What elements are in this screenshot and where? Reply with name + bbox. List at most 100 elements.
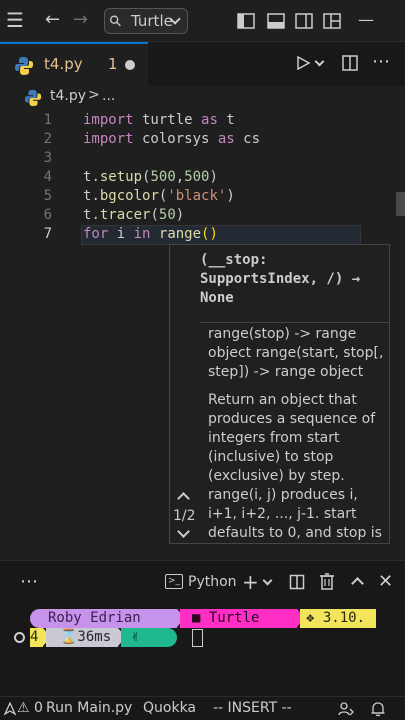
terminal-dropdown-chevron-icon[interactable] — [262, 575, 273, 586]
code-token: () — [201, 226, 218, 242]
ellipsis-icon[interactable]: ⋯ — [372, 51, 390, 72]
command-decoration-icon[interactable] — [14, 632, 25, 643]
code-line[interactable]: 2 import colorsys as cs — [0, 130, 405, 149]
maximize-panel-icon[interactable] — [351, 577, 364, 590]
code-line[interactable]: 6 t.tracer(50) — [0, 206, 405, 225]
code-line[interactable]: 5 t.bgcolor('black') — [0, 187, 405, 206]
vim-mode-indicator: -- INSERT -- — [213, 700, 292, 716]
code-line[interactable]: 3 — [0, 149, 405, 168]
title-bar: ☰ ← → ⚲ Turtle — — [0, 0, 405, 42]
signature-text: (__stop: SupportsIndex, /) → None — [200, 251, 386, 308]
editor-tab-bar: t4.py 1 ⋯ — [0, 42, 405, 86]
code-editor[interactable]: 1 import turtle as t 2 import colorsys as c… — [0, 108, 405, 560]
split-terminal-icon[interactable] — [289, 574, 305, 590]
code-token: 500 — [150, 169, 176, 185]
breadcrumb: t4.py > ... — [0, 86, 405, 108]
prompt-user-segment: Roby Edrian — [30, 609, 177, 628]
line-number: 6 — [43, 207, 52, 223]
chevron-down-icon[interactable] — [177, 525, 190, 538]
code-token: setup — [99, 169, 143, 185]
code-token: import — [83, 112, 134, 128]
tab-t4-py[interactable]: t4.py 1 — [0, 42, 148, 86]
terminal-panel: ⋯ >_ Python + ✕ Roby Edrian ■ Turtle ❖ 3… — [0, 561, 405, 696]
code-token: cs — [234, 131, 261, 147]
code-text: for i in range() — [83, 225, 218, 244]
code-token: t — [217, 112, 235, 128]
status-bar: ⚠ 0 Run Main.py Quokka -- INSERT -- — [0, 696, 405, 720]
code-token: import — [83, 131, 134, 147]
problems-indicator[interactable]: ⚠ 0 — [17, 700, 43, 716]
search-icon: ⚲ — [105, 10, 126, 32]
signature-usage: range(stop) -> range object range(start,… — [208, 326, 384, 380]
customize-layout-icon[interactable] — [322, 11, 342, 31]
breadcrumb-symbol[interactable]: ... — [102, 88, 115, 104]
toggle-panel-icon[interactable] — [266, 11, 286, 31]
minimize-icon[interactable]: — — [358, 10, 374, 30]
code-token: for — [83, 226, 109, 242]
tab-problem-count: 1 — [108, 55, 118, 73]
line-number: 5 — [43, 188, 52, 204]
quokka-indicator[interactable]: Quokka — [143, 700, 196, 716]
line-number: 4 — [43, 169, 52, 185]
code-token: as — [201, 112, 218, 128]
code-token: 'black' — [167, 188, 227, 204]
line-number: 1 — [43, 112, 52, 128]
terminal-icon: >_ — [165, 574, 183, 589]
dot-icon[interactable] — [125, 60, 135, 70]
python-file-icon — [24, 89, 42, 107]
code-token: ) — [175, 207, 185, 223]
command-center-search[interactable]: ⚲ Turtle — [104, 8, 188, 34]
prompt-python-segment: ❖ 3.10. — [300, 609, 376, 628]
code-token: bgcolor — [99, 188, 159, 204]
run-icon[interactable] — [295, 55, 311, 71]
arrow-right-icon[interactable]: → — [73, 10, 88, 30]
signature-description: Return an object that produces a sequenc… — [208, 392, 382, 541]
panel-header: ⋯ >_ Python + ✕ — [0, 561, 405, 605]
code-line[interactable]: 7 for i in range() — [0, 225, 405, 244]
ellipsis-icon[interactable]: ⋯ — [20, 571, 38, 592]
terminal-profile-label[interactable]: Python — [188, 574, 237, 590]
run-main-button[interactable]: Run Main.py — [46, 700, 132, 716]
toggle-secondary-sidebar-icon[interactable] — [294, 11, 314, 31]
prompt-directory-segment: ■ Turtle — [180, 609, 297, 628]
remote-icon[interactable] — [4, 702, 16, 716]
prompt-status-segment: ✌ — [121, 628, 177, 647]
tab-filename: t4.py — [44, 55, 83, 73]
line-number: 7 — [43, 226, 52, 242]
code-token: , — [175, 169, 185, 185]
breadcrumb-separator: > — [88, 87, 100, 103]
code-token: colorsys — [133, 131, 218, 147]
hamburger-icon[interactable]: ☰ — [6, 10, 24, 30]
run-dropdown-chevron-icon[interactable] — [314, 56, 325, 67]
code-token: 50 — [158, 207, 176, 223]
code-token: tracer — [99, 207, 151, 223]
code-text: t.tracer(50) — [83, 206, 184, 225]
code-line[interactable]: 1 import turtle as t — [0, 111, 405, 130]
split-editor-icon[interactable] — [341, 54, 359, 72]
breadcrumb-file[interactable]: t4.py — [50, 88, 86, 104]
close-panel-icon[interactable]: ✕ — [378, 571, 393, 592]
code-token: range — [158, 226, 202, 242]
signature-help-popup: (__stop: SupportsIndex, /) → None range(… — [169, 244, 390, 544]
overload-counter: 1/2 — [173, 508, 196, 524]
code-token: . — [91, 188, 100, 204]
editor-scrollbar-thumb[interactable] — [396, 192, 405, 216]
kill-terminal-icon[interactable] — [319, 573, 335, 590]
prompt-duration-segment: ⌛36ms — [46, 628, 118, 647]
code-token: ) — [209, 169, 218, 185]
arrow-left-icon[interactable]: ← — [45, 10, 60, 30]
line-number: 2 — [43, 131, 52, 147]
add-terminal-icon[interactable]: + — [242, 570, 259, 594]
code-text: t.setup(500,500) — [83, 168, 218, 187]
accounts-icon[interactable] — [338, 701, 354, 717]
terminal-cursor[interactable] — [192, 629, 203, 647]
code-text: import colorsys as cs — [83, 130, 260, 149]
chevron-up-icon[interactable] — [177, 492, 190, 505]
code-text: import turtle as t — [83, 111, 235, 130]
search-label: Turtle — [131, 12, 173, 30]
notifications-icon[interactable] — [370, 701, 386, 717]
toggle-primary-sidebar-icon[interactable] — [236, 11, 256, 31]
code-token: 500 — [184, 169, 210, 185]
code-line[interactable]: 4 t.setup(500,500) — [0, 168, 405, 187]
